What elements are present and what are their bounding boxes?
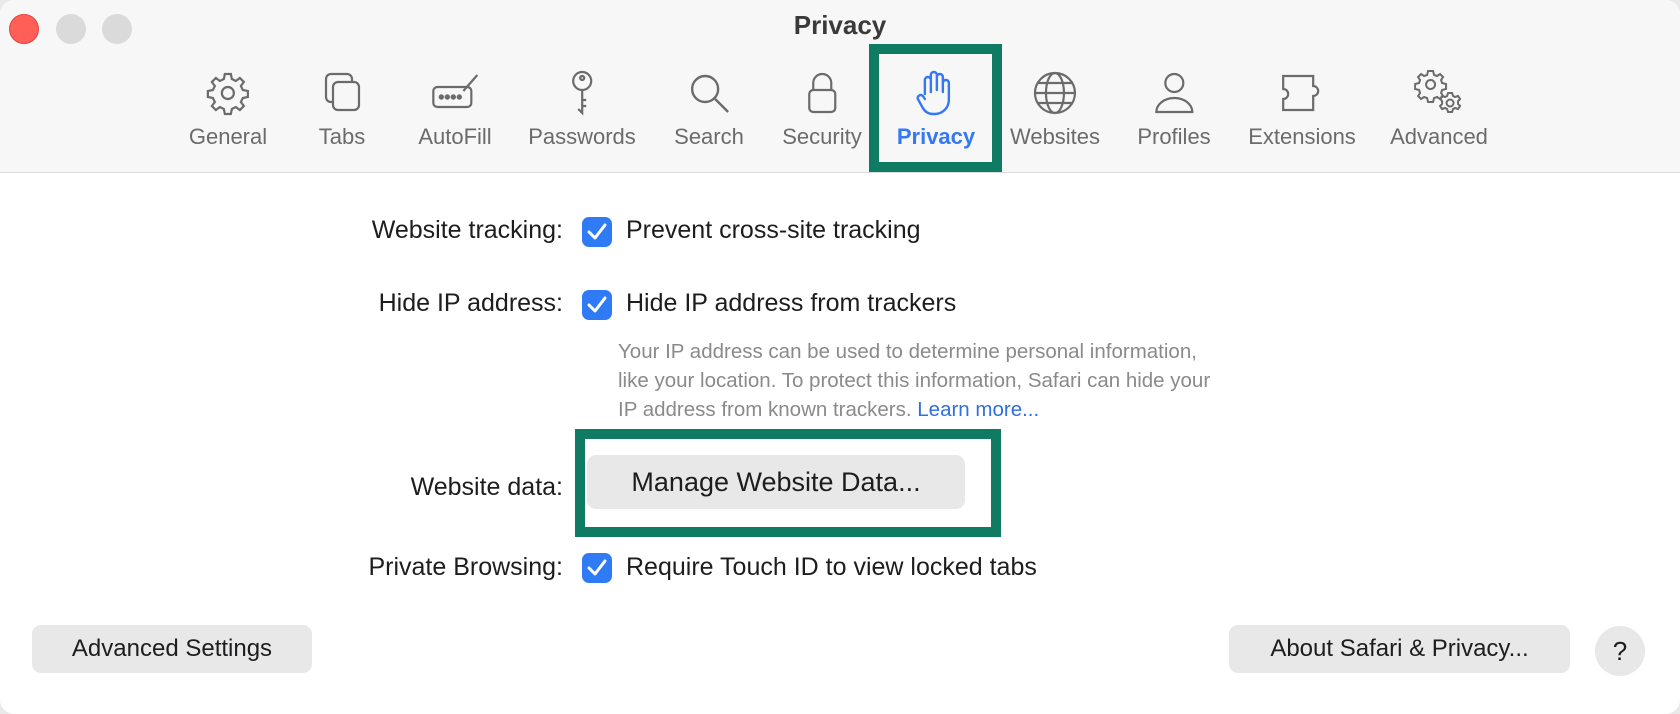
- tab-extensions[interactable]: Extensions: [1248, 68, 1356, 158]
- toolbar-divider: [0, 172, 1680, 173]
- tab-label: Security: [782, 124, 862, 149]
- tab-label: Profiles: [1137, 124, 1211, 149]
- person-icon: [1154, 72, 1194, 114]
- checkmark-icon: [587, 296, 607, 313]
- description-line: like your location. To protect this info…: [618, 369, 1211, 392]
- prevent-tracking-label[interactable]: Prevent cross-site tracking: [626, 216, 921, 245]
- description-text: IP address from known trackers.: [618, 398, 912, 421]
- touch-id-label[interactable]: Require Touch ID to view locked tabs: [626, 553, 1037, 582]
- highlight-manage-data: [575, 429, 1001, 537]
- tab-label: Tabs: [318, 124, 366, 149]
- gears-icon: [1413, 70, 1462, 113]
- key-icon: [571, 70, 593, 116]
- search-icon: [690, 74, 729, 113]
- tab-search[interactable]: Search: [674, 68, 744, 158]
- tab-label: Extensions: [1248, 124, 1356, 149]
- tab-label: Search: [674, 124, 744, 149]
- safari-settings-window: Privacy General Tabs AutoFill Passwords: [0, 0, 1680, 714]
- website-data-label: Website data:: [410, 473, 563, 501]
- tab-autofill[interactable]: AutoFill: [418, 68, 492, 158]
- tab-label: AutoFill: [418, 124, 492, 149]
- checkmark-icon: [587, 559, 607, 576]
- lock-icon: [807, 72, 837, 114]
- tabs-icon: [324, 72, 361, 112]
- help-button[interactable]: ?: [1595, 626, 1645, 676]
- puzzle-icon: [1281, 74, 1320, 112]
- tab-general[interactable]: General: [189, 68, 267, 158]
- tab-security[interactable]: Security: [782, 68, 862, 158]
- window-title: Privacy: [793, 10, 887, 40]
- tab-label: Advanced: [1390, 124, 1488, 149]
- highlight-privacy-tab: [869, 44, 1002, 172]
- hide-ip-description: Your IP address can be used to determine…: [618, 337, 1338, 424]
- private-browsing-label: Private Browsing:: [368, 553, 563, 581]
- tab-label: Passwords: [528, 124, 636, 149]
- website-tracking-label: Website tracking:: [371, 216, 563, 244]
- autofill-icon: [431, 74, 478, 109]
- touch-id-checkbox[interactable]: [582, 553, 612, 583]
- about-safari-privacy-button[interactable]: About Safari & Privacy...: [1229, 625, 1570, 673]
- checkmark-icon: [587, 223, 607, 240]
- tab-tabs[interactable]: Tabs: [317, 68, 367, 158]
- learn-more-link[interactable]: Learn more...: [917, 398, 1039, 421]
- tab-websites[interactable]: Websites: [1010, 68, 1100, 158]
- tab-label: Websites: [1009, 124, 1101, 149]
- hide-ip-label: Hide IP address:: [378, 289, 563, 317]
- gear-icon: [206, 72, 250, 116]
- prevent-tracking-checkbox[interactable]: [582, 217, 612, 247]
- tab-passwords[interactable]: Passwords: [528, 68, 636, 158]
- advanced-settings-button[interactable]: Advanced Settings: [32, 625, 312, 673]
- hide-ip-checkbox[interactable]: [582, 290, 612, 320]
- tab-advanced[interactable]: Advanced: [1390, 68, 1488, 158]
- description-line-last: IP address from known trackers. Learn mo…: [618, 395, 1338, 424]
- tab-profiles[interactable]: Profiles: [1137, 68, 1211, 158]
- tab-label: General: [188, 124, 268, 149]
- globe-icon: [1033, 71, 1077, 115]
- description-line: Your IP address can be used to determine…: [618, 340, 1197, 363]
- hide-ip-option-label[interactable]: Hide IP address from trackers: [626, 289, 956, 318]
